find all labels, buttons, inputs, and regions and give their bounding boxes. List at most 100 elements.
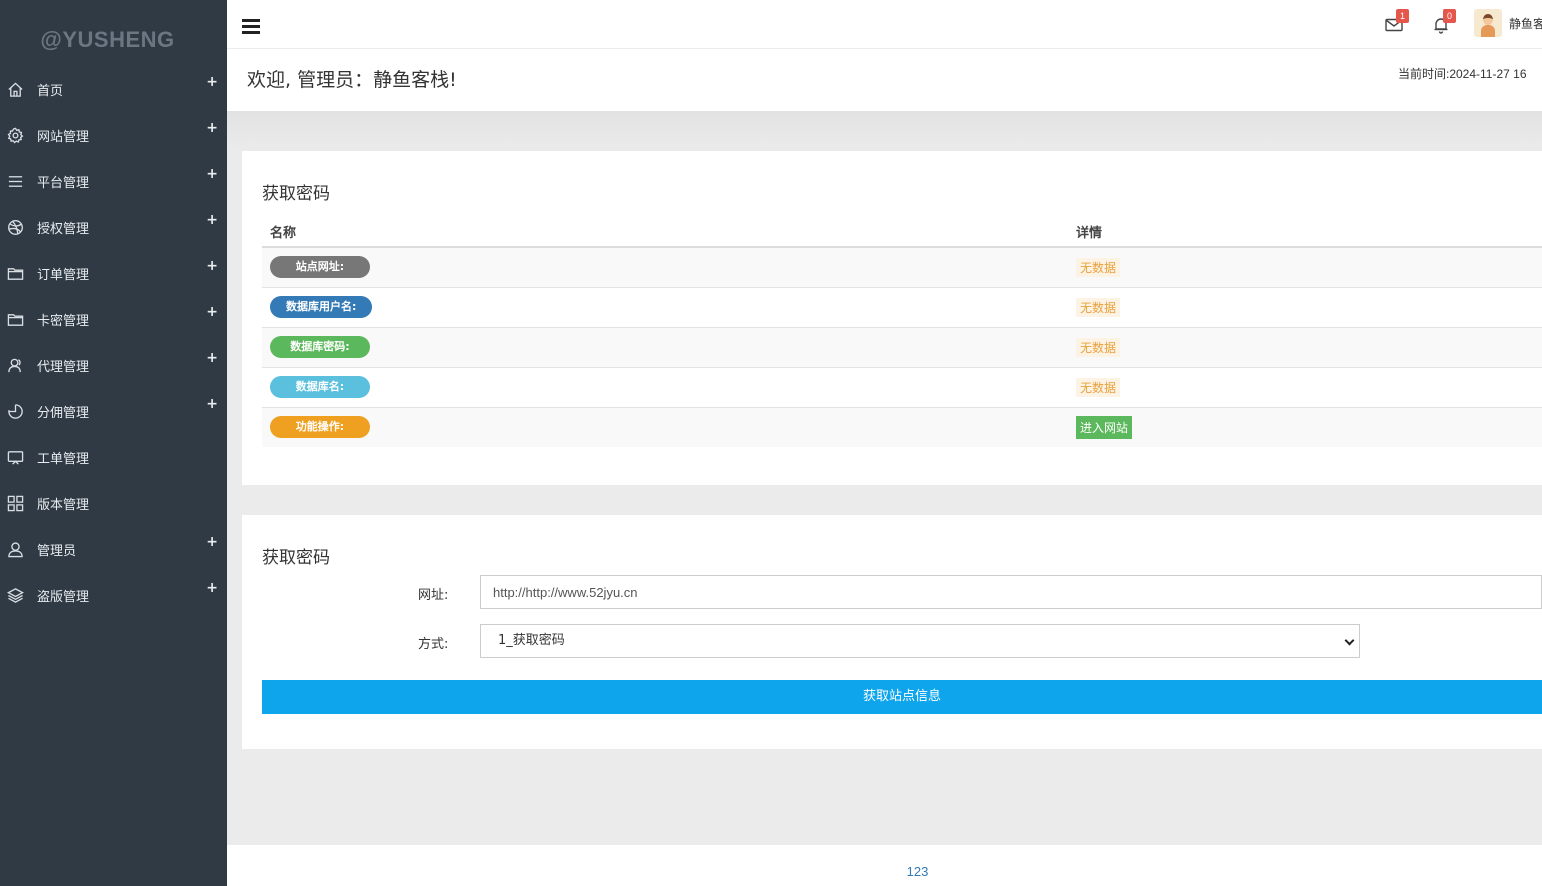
- detail-cell: 无数据: [1068, 287, 1542, 328]
- current-time: 当前时间:2024-11-27 16: [1398, 67, 1527, 81]
- mail-badge: 1: [1396, 9, 1409, 23]
- url-label: 网址:: [418, 588, 449, 603]
- sidebar-item-label: 平台管理: [37, 175, 90, 191]
- sidebar-item[interactable]: 网站管理 +: [0, 112, 227, 158]
- folder-icon: [0, 311, 30, 328]
- url-input[interactable]: [480, 575, 1542, 609]
- query-panel: 获取密码 网址: 方式: 1_获取密码 获取站点信息: [242, 515, 1542, 749]
- sidebar-item[interactable]: 盗版管理 +: [0, 572, 227, 618]
- sidebar-item-label: 管理员: [37, 543, 77, 559]
- name-cell: 数据库密码:: [262, 327, 1068, 368]
- no-data-label: 无数据: [1076, 337, 1121, 357]
- name-cell: 功能操作:: [262, 407, 1068, 447]
- table-row: 数据库名: 无数据: [262, 367, 1542, 408]
- info-panel: 获取密码 名称 详情 站点网址: 无数据 数据库用户名: 无数据 数据库密码: 无数据 数据…: [242, 151, 1542, 485]
- field-label-badge: 数据库密码:: [270, 336, 370, 358]
- user-group-icon: [0, 357, 30, 374]
- no-data-label: 无数据: [1076, 257, 1121, 277]
- sidebar-item-label: 授权管理: [37, 221, 90, 237]
- expand-icon[interactable]: +: [206, 350, 218, 366]
- detail-cell: 无数据: [1068, 327, 1542, 368]
- folder-icon: [0, 265, 30, 282]
- sidebar-item-label: 卡密管理: [37, 313, 90, 329]
- sidebar-item-label: 工单管理: [37, 451, 90, 467]
- menu-toggle-icon[interactable]: [242, 19, 260, 35]
- home-icon: [0, 81, 30, 98]
- page-title: 欢迎, 管理员：静鱼客栈!: [247, 69, 457, 91]
- expand-icon[interactable]: +: [206, 534, 218, 550]
- sidebar-item[interactable]: 工单管理: [0, 434, 227, 480]
- sidebar-item[interactable]: 首页 +: [0, 66, 227, 112]
- sidebar-item[interactable]: 平台管理 +: [0, 158, 227, 204]
- expand-icon[interactable]: +: [206, 212, 218, 228]
- info-table: 名称 详情 站点网址: 无数据 数据库用户名: 无数据 数据库密码: 无数据 数据库名: 无数…: [262, 217, 1542, 447]
- expand-icon[interactable]: +: [206, 74, 218, 90]
- brand-logo: @YUSHENG: [40, 27, 175, 52]
- sidebar-item[interactable]: 版本管理: [0, 480, 227, 526]
- mail-icon[interactable]: 1: [1385, 9, 1409, 35]
- footer: 123: [227, 845, 1542, 886]
- screen-icon: [0, 449, 30, 466]
- table-row: 功能操作: 进入网站: [262, 407, 1542, 447]
- column-header-name: 名称: [262, 217, 1068, 248]
- get-site-info-button[interactable]: 获取站点信息: [262, 680, 1542, 714]
- welcome-bar: 欢迎, 管理员：静鱼客栈! 当前时间:2024-11-27 16: [227, 49, 1542, 111]
- panel-title: 获取密码: [262, 184, 330, 204]
- detail-cell: 无数据: [1068, 367, 1542, 408]
- pie-icon: [0, 403, 30, 420]
- list-icon: [0, 173, 30, 190]
- sidebar-item-label: 网站管理: [37, 129, 90, 145]
- name-cell: 数据库用户名:: [262, 287, 1068, 328]
- column-header-detail: 详情: [1068, 217, 1542, 248]
- layers-icon: [0, 587, 30, 604]
- field-label-badge: 站点网址:: [270, 256, 370, 279]
- expand-icon[interactable]: +: [206, 258, 218, 274]
- sidebar-item-label: 分佣管理: [37, 405, 90, 421]
- chevron-down-icon: [1344, 635, 1355, 646]
- panel-title: 获取密码: [262, 548, 330, 568]
- table-row: 数据库用户名: 无数据: [262, 287, 1542, 328]
- bell-badge: 0: [1443, 9, 1456, 23]
- method-select-value: 1_获取密码: [498, 633, 565, 648]
- no-data-label: 无数据: [1076, 377, 1121, 397]
- top-header: 1 0 静鱼客栈: [227, 0, 1542, 49]
- expand-icon[interactable]: +: [206, 304, 218, 320]
- sidebar-item[interactable]: 订单管理 +: [0, 250, 227, 296]
- field-label-badge: 数据库名:: [270, 376, 370, 398]
- sidebar-item[interactable]: 授权管理 +: [0, 204, 227, 250]
- expand-icon[interactable]: +: [206, 120, 218, 136]
- detail-cell: 进入网站: [1068, 407, 1542, 447]
- sidebar-item-label: 订单管理: [37, 267, 90, 283]
- user-icon: [0, 541, 30, 558]
- table-row: 站点网址: 无数据: [262, 247, 1542, 288]
- sidebar-menu: 首页 + 网站管理 + 平台管理 + 授权管理 + 订单管理 + 卡密管理 + 代理管理 + 分佣管理 + 工单…: [0, 66, 227, 618]
- expand-icon[interactable]: +: [206, 396, 218, 412]
- detail-cell: 无数据: [1068, 247, 1542, 288]
- method-select[interactable]: 1_获取密码: [480, 624, 1360, 658]
- sidebar-item[interactable]: 卡密管理 +: [0, 296, 227, 342]
- method-label: 方式:: [418, 637, 449, 652]
- grid-icon: [0, 495, 30, 512]
- sidebar-item[interactable]: 分佣管理 +: [0, 388, 227, 434]
- avatar[interactable]: [1474, 9, 1502, 37]
- divider: [227, 111, 1542, 151]
- table-row: 数据库密码: 无数据: [262, 327, 1542, 368]
- field-label-badge: 功能操作:: [270, 416, 370, 439]
- gear-icon: [0, 127, 30, 144]
- username[interactable]: 静鱼客栈: [1509, 15, 1542, 32]
- sidebar-item-label: 首页: [37, 83, 64, 99]
- enter-site-button[interactable]: 进入网站: [1076, 415, 1133, 439]
- expand-icon[interactable]: +: [206, 166, 218, 182]
- sidebar-item-label: 版本管理: [37, 497, 90, 513]
- expand-icon[interactable]: +: [206, 580, 218, 596]
- sidebar-item[interactable]: 管理员 +: [0, 526, 227, 572]
- sidebar-item[interactable]: 代理管理 +: [0, 342, 227, 388]
- sidebar: @YUSHENG 首页 + 网站管理 + 平台管理 + 授权管理 + 订单管理 + 卡密管理 + 代理管…: [0, 0, 227, 886]
- name-cell: 站点网址:: [262, 247, 1068, 288]
- bell-icon[interactable]: 0: [1432, 9, 1456, 35]
- dribbble-icon: [0, 219, 30, 236]
- no-data-label: 无数据: [1076, 297, 1121, 317]
- field-label-badge: 数据库用户名:: [270, 296, 373, 318]
- sidebar-item-label: 盗版管理: [37, 589, 90, 605]
- footer-link[interactable]: 123: [907, 864, 929, 879]
